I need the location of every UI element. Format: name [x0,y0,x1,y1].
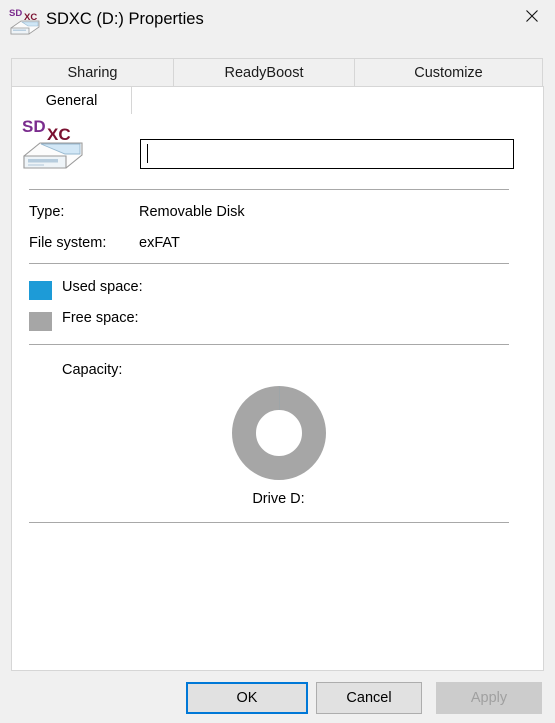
cancel-button[interactable]: Cancel [316,682,422,714]
sdxc-card-icon: SD XC [8,6,42,36]
type-key: Type: [29,204,65,220]
volume-label-input[interactable] [140,139,514,169]
tab-readyboost[interactable]: ReadyBoost [173,58,355,86]
close-icon[interactable] [509,0,555,32]
capacity-label: Capacity: [62,362,123,378]
ok-button[interactable]: OK [186,682,308,714]
window-title: SDXC (D:) Properties [46,10,204,28]
disk-usage-donut [231,385,326,480]
general-tab-panel: SD XC Type: Removable Disk File system: … [11,86,544,671]
svg-text:SD: SD [22,117,46,136]
separator-2 [29,263,509,264]
drive-caption: Drive D: [252,491,305,507]
tab-general[interactable]: General [11,86,132,114]
sdxc-card-icon: SD XC [20,115,92,171]
filesystem-key: File system: [29,235,107,251]
tab-label: General [45,92,98,109]
disk-usage-chart [12,385,545,481]
text-caret [147,144,148,163]
free-space-swatch [29,312,52,331]
tab-row-upper: Sharing ReadyBoost Customize [11,58,544,86]
dialog-button-bar: OK Cancel Apply [0,682,555,723]
title-bar: SD XC SDXC (D:) Properties [0,0,555,46]
separator-4 [29,522,509,523]
filesystem-value: exFAT [139,235,180,251]
used-space-label: Used space: [62,279,143,295]
tab-customize[interactable]: Customize [354,58,543,86]
tab-sharing[interactable]: Sharing [11,58,174,86]
svg-text:SD: SD [9,8,22,19]
type-value: Removable Disk [139,204,245,220]
free-space-label: Free space: [62,310,139,326]
apply-button[interactable]: Apply [436,682,542,714]
used-space-swatch [29,281,52,300]
tab-label: ReadyBoost [224,64,304,81]
separator-3 [29,344,509,345]
tab-label: Customize [414,64,483,81]
svg-text:XC: XC [47,125,71,144]
separator-1 [29,189,509,190]
tab-label: Sharing [67,64,118,81]
